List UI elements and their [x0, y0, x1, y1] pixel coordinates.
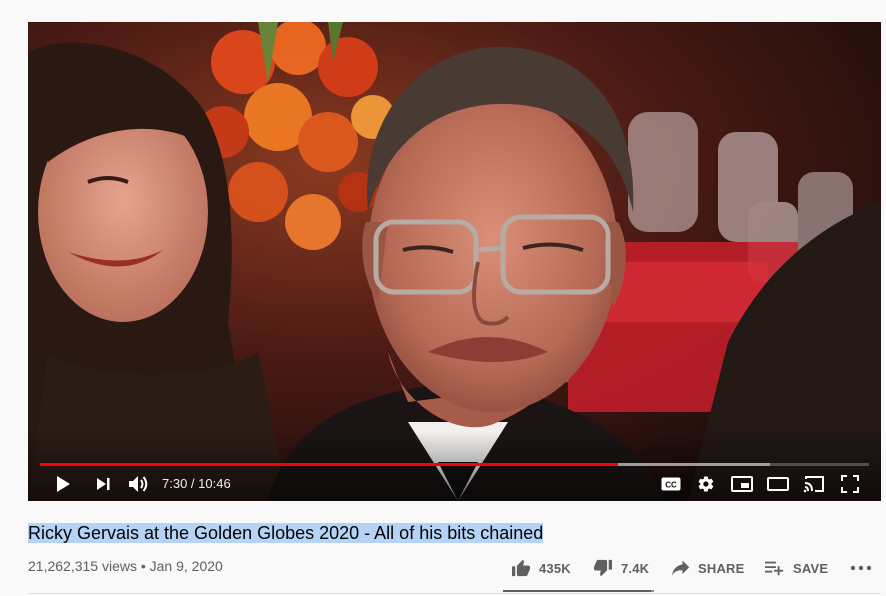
fullscreen-icon — [841, 475, 859, 493]
save-label: SAVE — [793, 560, 829, 576]
progress-played — [40, 463, 618, 466]
next-icon — [97, 478, 110, 490]
cast-button[interactable] — [802, 474, 826, 494]
like-count: 435K — [539, 560, 571, 576]
divider — [28, 593, 881, 594]
video-title: Ricky Gervais at the Golden Globes 2020 … — [28, 521, 544, 545]
time-display: 7:30 / 10:46 — [162, 476, 231, 491]
video-frame[interactable] — [28, 22, 881, 501]
volume-icon — [129, 476, 148, 492]
subtitles-button[interactable]: CC — [660, 474, 682, 494]
progress-bar[interactable] — [40, 463, 869, 466]
video-player[interactable]: 7:30 / 10:46 CC — [28, 22, 881, 501]
share-label: SHARE — [698, 560, 745, 576]
theater-mode-button[interactable] — [766, 474, 790, 494]
like-button[interactable]: 435K — [511, 554, 571, 582]
next-button[interactable] — [92, 474, 114, 494]
video-meta: 21,262,315 views • Jan 9, 2020 — [28, 558, 223, 574]
play-icon — [57, 476, 70, 492]
thumbs-down-icon — [594, 559, 612, 577]
more-horizontal-icon — [850, 565, 872, 571]
miniplayer-button[interactable] — [730, 474, 754, 494]
share-icon — [672, 560, 690, 576]
action-bar: 435K 7.4K SHARE SAVE — [500, 554, 886, 582]
video-title-text: Ricky Gervais at the Golden Globes 2020 … — [28, 523, 544, 543]
dislike-count: 7.4K — [621, 560, 650, 576]
add-to-playlist-icon — [765, 561, 784, 576]
cast-icon — [803, 476, 824, 493]
play-button[interactable] — [52, 474, 74, 494]
cc-label: CC — [665, 481, 677, 490]
save-button[interactable]: SAVE — [765, 554, 828, 582]
theater-icon — [767, 477, 789, 491]
fullscreen-button[interactable] — [839, 474, 861, 494]
sentiment-bar — [503, 590, 654, 592]
thumbs-up-icon — [512, 559, 530, 577]
settings-button[interactable] — [695, 474, 717, 494]
more-actions-button[interactable] — [850, 554, 880, 582]
miniplayer-icon — [731, 476, 753, 492]
sentiment-like-portion — [503, 590, 652, 592]
player-controls: 7:30 / 10:46 CC — [28, 470, 881, 498]
cc-icon: CC — [661, 477, 681, 491]
dislike-button[interactable]: 7.4K — [593, 554, 649, 582]
watch-page: 7:30 / 10:46 CC Ricky Gervais at the Gol… — [0, 0, 886, 596]
mute-button[interactable] — [127, 474, 151, 494]
settings-icon — [698, 476, 714, 492]
share-button[interactable]: SHARE — [672, 554, 745, 582]
